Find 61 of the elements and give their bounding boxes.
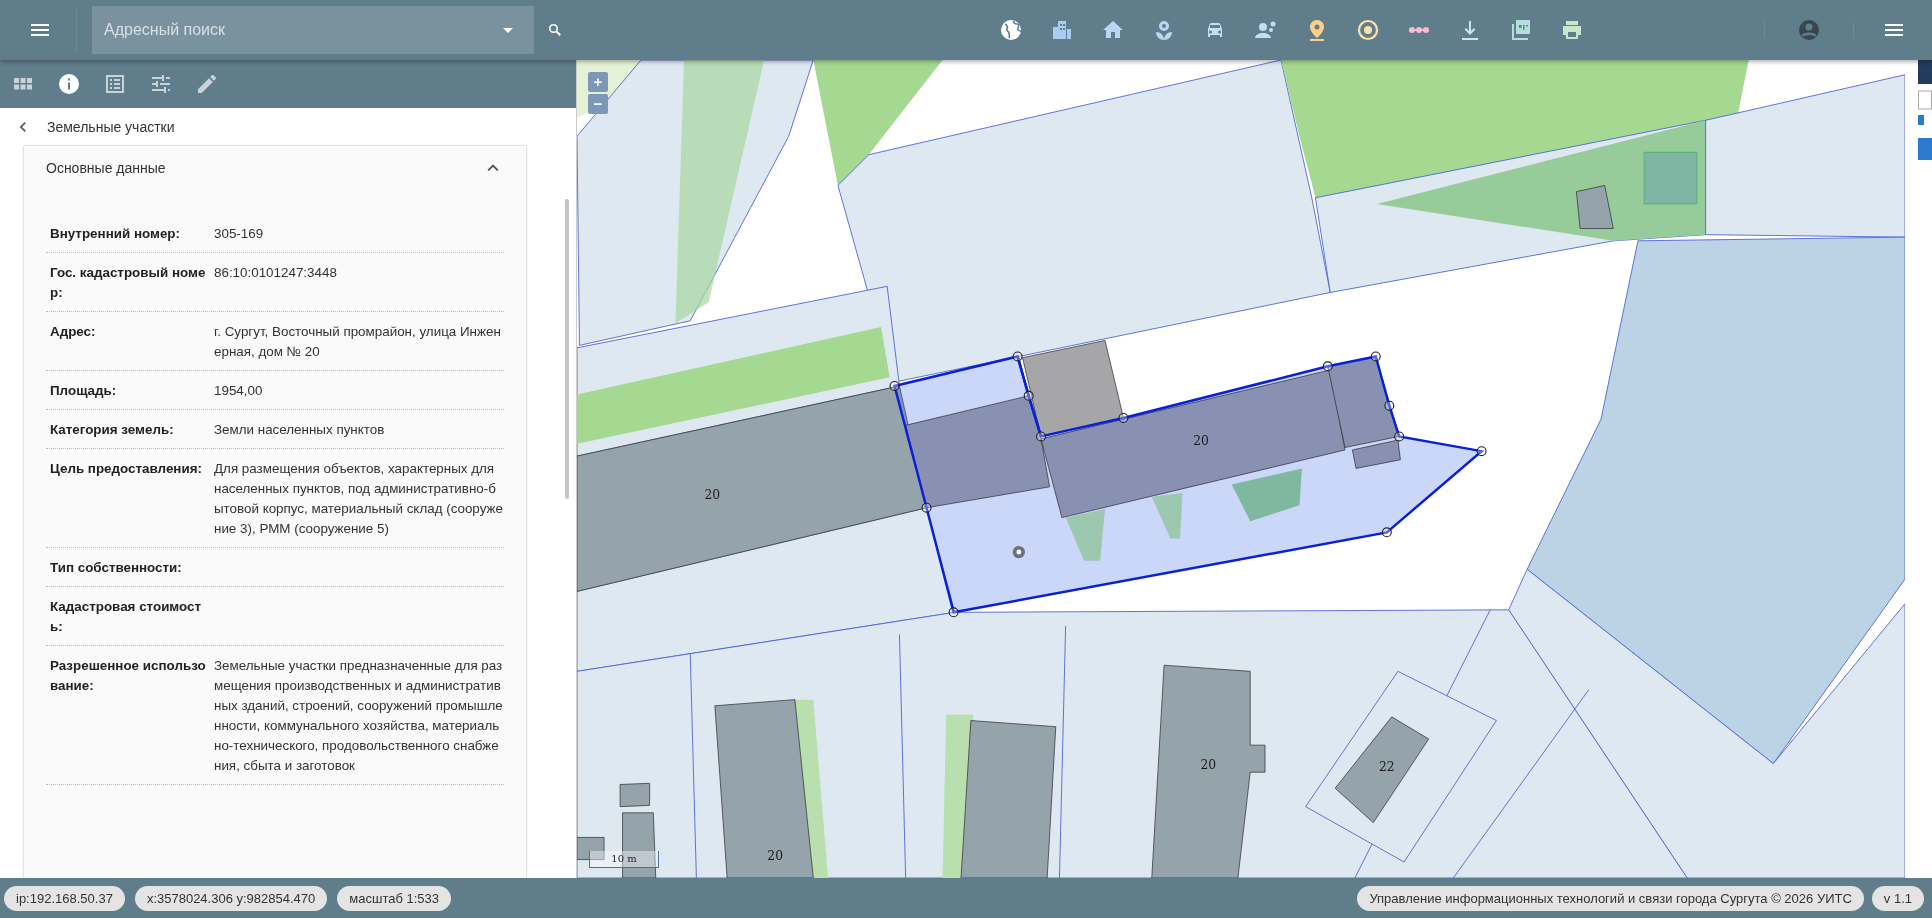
- vertex-handle[interactable]: [1023, 390, 1034, 401]
- credits-chip: Управление информационных технологий и связи города Сургута © 2026 УИТС: [1357, 885, 1864, 911]
- field-label: Цель предоставления:: [50, 460, 203, 478]
- field-label: Гос. кадастровый номер:: [50, 264, 207, 302]
- vertex-handle[interactable]: [1118, 412, 1129, 423]
- field-value: Земельные участки предназначенные для размещения производственных и административных зданий, строений, сооружений промышленности, коммунального хозяйства, материально-технического, продовольственного снабжения, сбыта и заготовок: [214, 657, 504, 775]
- scale-bar: 10 m: [589, 851, 659, 868]
- building-number: 20: [704, 488, 721, 503]
- field-label: Кадастровая стоимость:: [50, 598, 203, 636]
- breadcrumb-title: Земельные участки: [47, 119, 175, 135]
- field-value: Земли населенных пунктов: [214, 421, 386, 439]
- vertex-handle[interactable]: [1476, 446, 1487, 457]
- lawn-area: [1065, 509, 1105, 561]
- vertex-handle[interactable]: [1012, 351, 1023, 362]
- vertex-handle[interactable]: [1036, 431, 1046, 442]
- lawn-area: [1151, 493, 1183, 539]
- pencil-icon[interactable]: [195, 72, 219, 96]
- field-label: Адрес:: [50, 323, 97, 341]
- scrollbar-thumb[interactable]: [565, 199, 569, 499]
- location-marker: [1012, 545, 1025, 559]
- building: [622, 812, 657, 878]
- vertex-handle[interactable]: [921, 502, 932, 513]
- version-chip: v 1.1: [1871, 885, 1924, 911]
- vertex-handle[interactable]: [1381, 527, 1392, 538]
- vertex-handle[interactable]: [889, 381, 900, 391]
- field-label: Тип собственности:: [50, 559, 183, 577]
- status-chip: масштаб 1:533: [337, 885, 452, 911]
- list-icon[interactable]: [103, 72, 127, 96]
- vertex-handle[interactable]: [948, 607, 959, 618]
- status-chip: x:3578024.306 y:982854.470: [134, 885, 328, 911]
- vertex-handle[interactable]: [1322, 361, 1333, 372]
- section-title: Основные данные: [46, 160, 166, 176]
- sliders-icon[interactable]: [149, 72, 173, 96]
- building: [1576, 185, 1614, 229]
- building: [619, 782, 650, 808]
- vertex-handle[interactable]: [1370, 351, 1381, 362]
- field-value: 86:10:0101247:3448: [214, 264, 338, 282]
- selected-parcel-outline[interactable]: [1016, 356, 1043, 437]
- field-value: Для размещения объектов, характерных для населенных пунктов, под административно-бытовой корпус, материальный склад (сооружение 3), РММ (сооружение 5): [214, 460, 504, 538]
- field-label: Категория земель:: [50, 421, 175, 439]
- status-chip: ip:192.168.50.37: [4, 885, 125, 911]
- lawn-area: [1231, 468, 1302, 522]
- selected-parcel-outline[interactable]: [893, 354, 1485, 614]
- field-label: Площадь:: [50, 382, 118, 400]
- zoom-out-button[interactable]: −: [588, 94, 608, 114]
- field-label: Внутренний номер:: [50, 225, 181, 243]
- building-number: 20: [1200, 757, 1217, 772]
- field-value: г. Сургут, Восточный промрайон, улица Инженерная, дом № 20: [214, 323, 502, 361]
- field-value: 305-169: [214, 225, 265, 243]
- address-search-field[interactable]: Адресный поиск: [92, 6, 534, 54]
- info-icon[interactable]: [57, 72, 81, 96]
- building: [577, 837, 605, 860]
- field-label: Разрешенное использование:: [50, 657, 207, 695]
- field-value: 1954,00: [214, 382, 264, 400]
- structure: [1643, 151, 1698, 205]
- building-number: 20: [1193, 434, 1209, 448]
- building-number: 22: [1379, 760, 1395, 774]
- zoom-in-button[interactable]: +: [588, 72, 608, 92]
- building-number: 20: [767, 848, 783, 863]
- vertex-handle[interactable]: [1384, 400, 1395, 411]
- vertex-handle[interactable]: [1394, 431, 1405, 442]
